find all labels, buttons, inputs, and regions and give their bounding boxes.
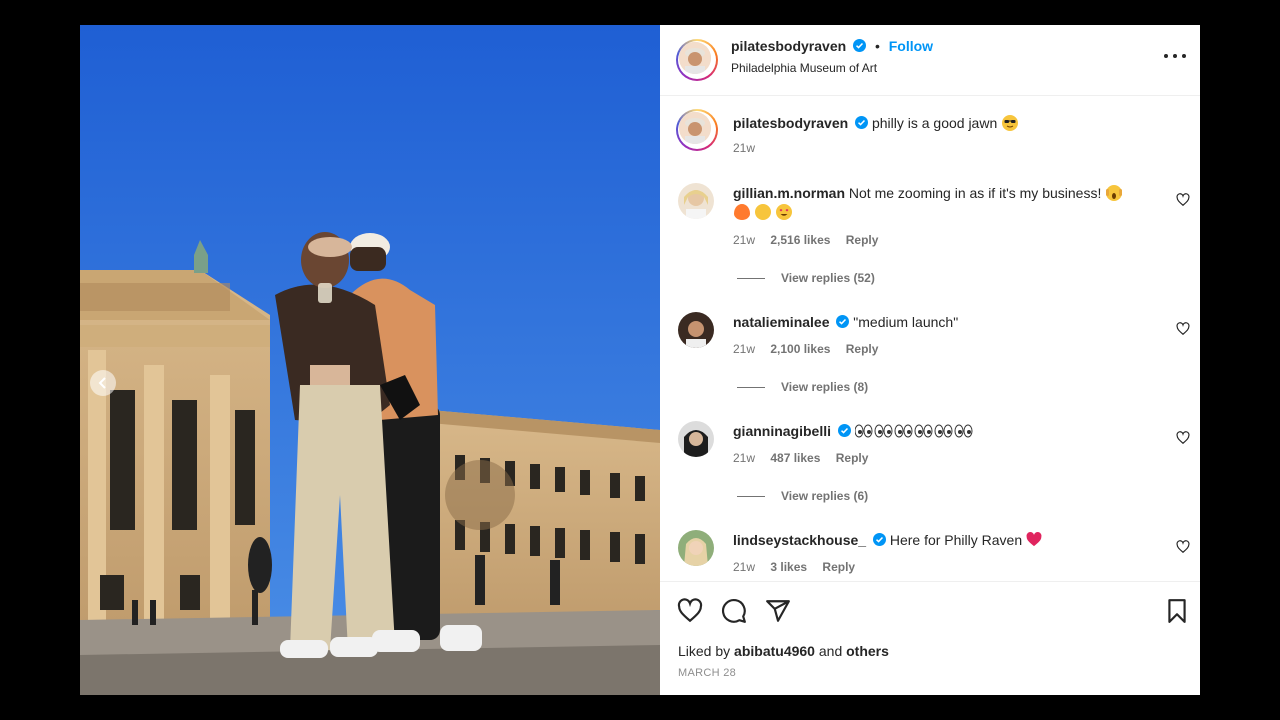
verified-badge-icon [837,424,851,437]
previous-photo-button[interactable] [90,370,116,396]
comment-time[interactable]: 21w [733,560,755,574]
liked-by-others[interactable]: others [846,643,889,659]
sunglasses-emoji [1002,115,1019,131]
instagram-post-modal: pilatesbodyraven • Follow Philadelphia M… [80,25,1200,695]
comment-item: gillian.m.norman Not me zooming in as if… [660,183,1200,293]
comment-time[interactable]: 21w [733,233,755,247]
verified-badge-icon [853,39,867,52]
chevron-left-icon [98,377,106,389]
follow-button[interactable]: Follow [889,38,933,54]
comment-meta: 21w 487 likes Reply [733,451,868,465]
photo-illustration [80,25,660,695]
reply-button[interactable]: Reply [836,451,869,465]
caption-author-avatar[interactable] [676,109,718,151]
caption-username[interactable]: pilatesbodyraven [733,115,848,131]
caption-avatar-image [679,112,711,144]
comment-meta: 21w 2,516 likes Reply [733,233,878,247]
reply-button[interactable]: Reply [846,342,879,356]
heart-icon[interactable] [1176,431,1190,445]
comment-username[interactable]: lindseystackhouse_ [733,532,866,548]
heart-eyes-emoji [775,204,792,220]
comment-meta: 21w 2,100 likes Reply [733,342,878,356]
caption-time[interactable]: 21w [733,141,755,155]
commenter-avatar[interactable] [678,312,714,348]
separator-dot: • [874,38,880,54]
post-actions-bar: Liked by abibatu4960 and others MARCH 28 [660,581,1200,695]
commenter-avatar[interactable] [678,530,714,566]
comment-username[interactable]: gianninagibelli [733,423,831,439]
bookmark-icon[interactable] [1164,598,1190,624]
post-side-panel: pilatesbodyraven • Follow Philadelphia M… [660,25,1200,695]
reply-button[interactable]: Reply [822,560,855,574]
post-date[interactable]: MARCH 28 [678,667,736,679]
comment-text: "medium launch" [853,314,959,330]
comment-likes[interactable]: 2,100 likes [770,342,830,356]
comment-body: natalieminalee "medium launch" [733,313,1153,332]
comment-item: gianninagibelli 21w 487 likes Reply View… [660,421,1200,531]
comment-text: Not me zooming in as if it's my business… [848,185,1102,201]
fire-emoji [734,204,750,220]
author-avatar-image [679,42,711,74]
caption-text: philly is a good jawn [871,115,998,131]
comment-body: gianninagibelli [733,422,1153,441]
comment-time[interactable]: 21w [733,342,755,356]
verified-badge-icon [836,315,850,328]
screaming-emoji [1106,185,1123,201]
comment-icon[interactable] [721,598,747,624]
more-options-icon[interactable] [1164,47,1186,65]
comment-item: natalieminalee "medium launch" 21w 2,100… [660,312,1200,422]
view-replies-button[interactable]: View replies (52) [737,271,875,285]
verified-badge-icon [872,533,886,546]
liked-by-prefix: Liked by [678,643,731,659]
caption-text-line: pilatesbodyraven philly is a good jawn [733,115,1019,131]
comment-likes[interactable]: 3 likes [770,560,807,574]
post-header: pilatesbodyraven • Follow Philadelphia M… [660,25,1200,96]
author-avatar[interactable] [676,39,718,81]
heart-icon[interactable] [1176,193,1190,207]
heart-icon[interactable] [1176,322,1190,336]
author-username[interactable]: pilatesbodyraven [731,38,846,54]
commenter-avatar[interactable] [678,183,714,219]
view-replies-button[interactable]: View replies (8) [737,380,868,394]
author-line: pilatesbodyraven • Follow [731,38,933,54]
view-replies-button[interactable]: View replies (6) [737,489,868,503]
comment-likes[interactable]: 2,516 likes [770,233,830,247]
verified-badge-icon [855,116,869,129]
heart-icon[interactable] [677,598,703,624]
red-heart-emoji [1026,532,1042,547]
post-caption: pilatesbodyraven philly is a good jawn 2… [660,109,1200,169]
comment-body: lindseystackhouse_ Here for Philly Raven [733,531,1153,550]
liked-by-line: Liked by abibatu4960 and others [678,643,889,659]
liked-by-user[interactable]: abibatu4960 [734,643,815,659]
comment-body: gillian.m.norman Not me zooming in as if… [733,184,1153,222]
share-icon[interactable] [765,598,791,624]
liked-by-and: and [818,643,843,659]
post-photo[interactable] [80,25,660,695]
comment-username[interactable]: gillian.m.norman [733,185,845,201]
comment-time[interactable]: 21w [733,451,755,465]
comment-likes[interactable]: 487 likes [770,451,820,465]
reply-button[interactable]: Reply [846,233,879,247]
comment-username[interactable]: natalieminalee [733,314,830,330]
clapping-emoji [754,204,771,220]
eyes-emoji-row [854,423,973,439]
heart-icon[interactable] [1176,540,1190,554]
comment-meta: 21w 3 likes Reply [733,560,855,574]
location-link[interactable]: Philadelphia Museum of Art [731,61,877,75]
comment-text: Here for Philly Raven [889,532,1023,548]
commenter-avatar[interactable] [678,421,714,457]
